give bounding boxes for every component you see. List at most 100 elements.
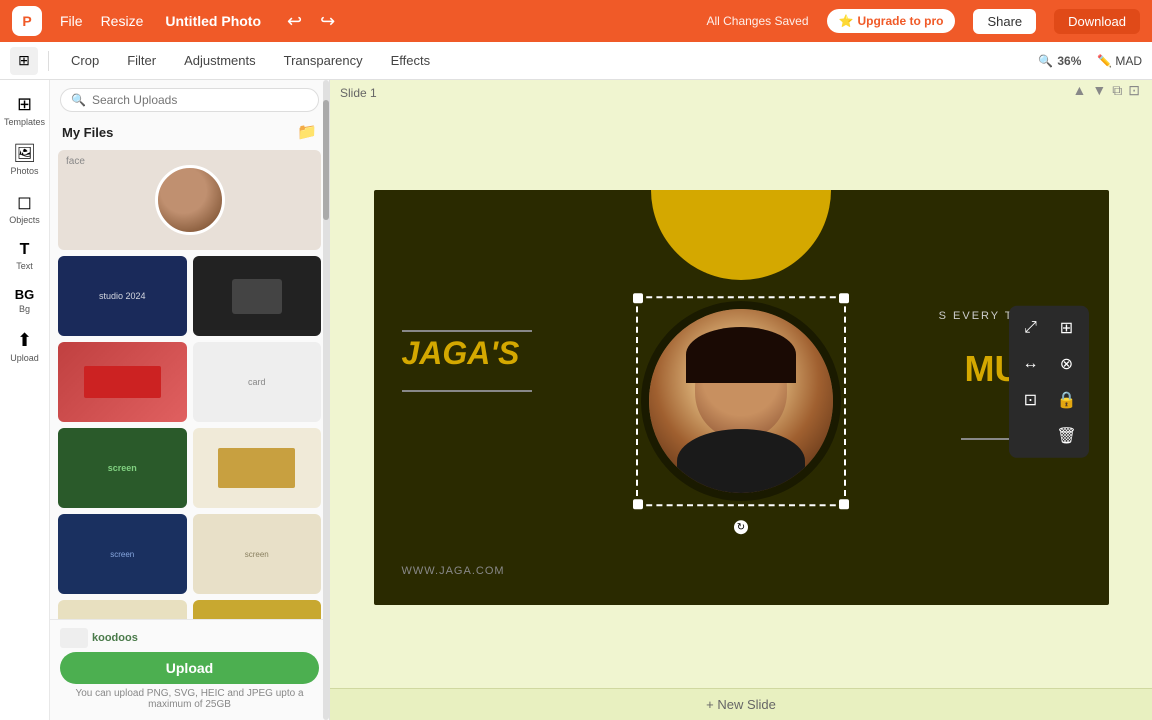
share-button[interactable]: Share bbox=[973, 9, 1036, 34]
upload-icon: ⬆ bbox=[17, 330, 32, 351]
context-toolbar: ⤢ ⊞ ↔ ⊗ ⊡ 🔒 🗑 bbox=[1009, 306, 1089, 458]
new-slide-bar[interactable]: + New Slide bbox=[330, 688, 1152, 720]
scrollbar-thumb[interactable] bbox=[323, 100, 329, 220]
app-logo-text: P bbox=[22, 13, 31, 29]
slide-label: Slide 1 bbox=[330, 80, 1152, 106]
download-button[interactable]: Download bbox=[1054, 9, 1140, 34]
background-label: Bg bbox=[19, 304, 30, 314]
file-thumb-2b[interactable] bbox=[193, 256, 322, 336]
upload-section: koodoos Upload You can upload PNG, SVG, … bbox=[50, 619, 329, 720]
menu-file[interactable]: File bbox=[60, 13, 83, 29]
mad-label: MAD bbox=[1115, 54, 1142, 68]
zoom-indicator: 🔍 36% bbox=[1038, 54, 1081, 68]
files-header: My Files 📁 bbox=[50, 116, 329, 146]
file-thumb-4b[interactable] bbox=[193, 428, 322, 508]
ctx-flip-button[interactable]: ↔ bbox=[1015, 348, 1047, 380]
sidebar-item-background[interactable]: BG Bg bbox=[3, 281, 47, 320]
sidebar-item-objects[interactable]: ◻ Objects bbox=[3, 186, 47, 231]
slide-nav-next[interactable]: ▼ bbox=[1092, 82, 1106, 99]
filter-tab[interactable]: Filter bbox=[115, 49, 168, 72]
mad-indicator: ✏️ MAD bbox=[1097, 54, 1142, 68]
slide-container: JAGA'S WWW.JAGA.COM S EVERY THURSDAY MUS… bbox=[330, 106, 1152, 688]
my-files-label: My Files bbox=[62, 125, 113, 140]
transparency-tab[interactable]: Transparency bbox=[272, 49, 375, 72]
ctx-lock-button[interactable]: 🔒 bbox=[1051, 384, 1083, 416]
photos-label: Photos bbox=[10, 166, 38, 176]
templates-label: Templates bbox=[4, 117, 45, 127]
upload-label: Upload bbox=[10, 353, 39, 363]
search-input-wrap: 🔍 bbox=[60, 88, 319, 112]
ctx-delete-button[interactable]: 🗑 bbox=[1051, 420, 1083, 452]
slide-photo-circle[interactable] bbox=[641, 301, 841, 501]
new-slide-label: + New Slide bbox=[706, 697, 776, 712]
upload-button[interactable]: Upload bbox=[60, 652, 319, 684]
redo-button[interactable]: ↪ bbox=[320, 11, 335, 32]
file-thumb-3b[interactable]: card bbox=[193, 342, 322, 422]
sidebar-item-text[interactable]: T Text bbox=[3, 235, 47, 277]
file-thumb-5b[interactable]: screen bbox=[193, 514, 322, 594]
objects-label: Objects bbox=[9, 215, 40, 225]
upgrade-label: Upgrade to pro bbox=[857, 14, 943, 28]
file-thumb-3a[interactable] bbox=[58, 342, 187, 422]
sidebar-icons: ⊞ Templates 🖼 Photos ◻ Objects T Text BG… bbox=[0, 80, 50, 720]
search-input[interactable] bbox=[92, 93, 308, 107]
sidebar-item-templates[interactable]: ⊞ Templates bbox=[3, 88, 47, 133]
text-label: Text bbox=[16, 261, 33, 271]
handle-tl[interactable] bbox=[633, 293, 643, 303]
canvas-area: Slide 1 ▲ ▼ ⧉ ⊡ JAGA'S WWW.JAGA.COM S EV… bbox=[330, 80, 1152, 720]
slide-line-bottom bbox=[402, 390, 532, 392]
ctx-resize-button[interactable]: ⤢ bbox=[1015, 312, 1047, 344]
slide-text-jagas[interactable]: JAGA'S bbox=[402, 335, 520, 372]
slide-copy[interactable]: ⧉ bbox=[1112, 82, 1122, 99]
file-thumb-6a[interactable] bbox=[58, 600, 187, 619]
ctx-layers-button[interactable]: ⊞ bbox=[1051, 312, 1083, 344]
zoom-icon: 🔍 bbox=[1038, 54, 1053, 68]
ctx-duplicate-button[interactable]: ⊡ bbox=[1015, 384, 1047, 416]
adjustments-tab[interactable]: Adjustments bbox=[172, 49, 268, 72]
handle-bl[interactable] bbox=[633, 499, 643, 509]
main-layout: ⊞ Templates 🖼 Photos ◻ Objects T Text BG… bbox=[0, 80, 1152, 720]
text-icon: T bbox=[20, 241, 30, 259]
templates-icon: ⊞ bbox=[17, 94, 32, 115]
slide-text-www: WWW.JAGA.COM bbox=[402, 565, 505, 577]
zoom-value: 36% bbox=[1057, 54, 1081, 68]
slide-expand[interactable]: ⊡ bbox=[1128, 82, 1140, 99]
rotate-handle[interactable]: ↻ bbox=[734, 520, 748, 534]
file-thumb-6b[interactable]: JAGA bbox=[193, 600, 322, 619]
toolbar: ⊞ Crop Filter Adjustments Transparency E… bbox=[0, 42, 1152, 80]
photos-icon: 🖼 bbox=[13, 143, 36, 164]
handle-br[interactable] bbox=[839, 499, 849, 509]
left-panel: 🔍 My Files 📁 face studio 2024 bbox=[50, 80, 330, 720]
file-thumb-4a[interactable]: screen bbox=[58, 428, 187, 508]
effects-tab[interactable]: Effects bbox=[379, 49, 443, 72]
yellow-half-circle bbox=[651, 190, 831, 280]
ctx-stack-button[interactable]: ⊗ bbox=[1051, 348, 1083, 380]
file-thumb-5a[interactable]: screen bbox=[58, 514, 187, 594]
grid-view-button[interactable]: ⊞ bbox=[10, 47, 38, 75]
files-grid: face studio 2024 card screen bbox=[50, 146, 329, 619]
menu-resize[interactable]: Resize bbox=[101, 13, 144, 29]
star-icon: ⭐ bbox=[839, 14, 854, 28]
undo-button[interactable]: ↩ bbox=[287, 11, 302, 32]
pencil-icon: ✏️ bbox=[1097, 54, 1112, 68]
upgrade-button[interactable]: ⭐ Upgrade to pro bbox=[827, 9, 956, 33]
slide-nav-prev[interactable]: ▲ bbox=[1073, 82, 1087, 99]
objects-icon: ◻ bbox=[17, 192, 32, 213]
slide-line-top bbox=[402, 330, 532, 332]
file-thumb-profile[interactable]: face bbox=[58, 150, 321, 250]
save-status: All Changes Saved bbox=[706, 14, 808, 28]
file-thumb-2a[interactable]: studio 2024 bbox=[58, 256, 187, 336]
crop-tab[interactable]: Crop bbox=[59, 49, 111, 72]
sidebar-item-photos[interactable]: 🖼 Photos bbox=[3, 137, 47, 182]
slide[interactable]: JAGA'S WWW.JAGA.COM S EVERY THURSDAY MUS… bbox=[374, 190, 1109, 605]
ctx-placeholder-button[interactable] bbox=[1015, 420, 1047, 452]
upload-hint: You can upload PNG, SVG, HEIC and JPEG u… bbox=[60, 688, 319, 710]
app-logo: P bbox=[12, 6, 42, 36]
background-icon: BG bbox=[15, 287, 35, 302]
doc-title[interactable]: Untitled Photo bbox=[165, 13, 261, 29]
search-icon: 🔍 bbox=[71, 93, 86, 107]
folder-icon[interactable]: 📁 bbox=[297, 122, 317, 142]
handle-tr[interactable] bbox=[839, 293, 849, 303]
sidebar-item-upload[interactable]: ⬆ Upload bbox=[3, 324, 47, 369]
koodoos-label: koodoos bbox=[92, 632, 138, 644]
